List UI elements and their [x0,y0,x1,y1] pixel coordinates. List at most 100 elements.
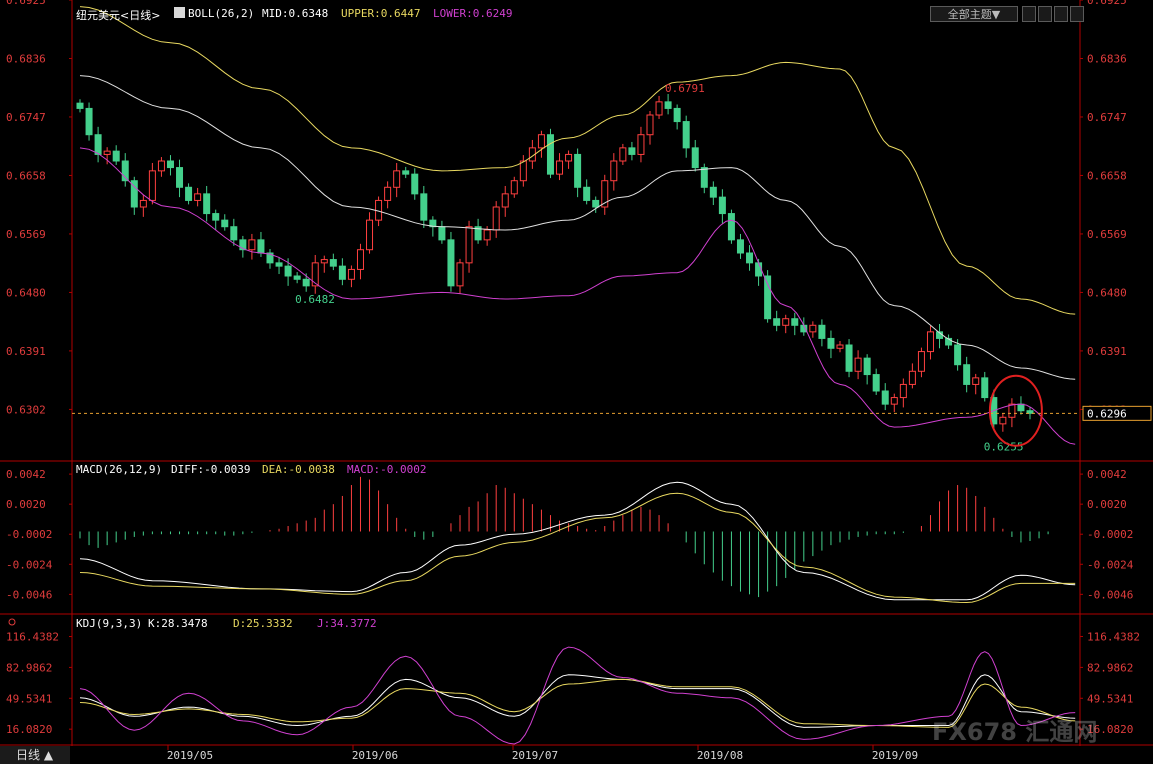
candle-body [592,199,600,208]
candle-body [85,107,93,136]
candle-body [809,324,817,333]
candle-body [746,252,754,264]
candle-body [420,193,428,221]
candle-body [320,259,328,264]
y-tick-left: 0.6391 [6,345,46,358]
y-tick-left: 0.6302 [6,403,46,416]
candle-body [1017,403,1025,412]
candle-body [999,416,1007,425]
x-tick-label: 2019/09 [872,749,918,762]
macd-value: MACD:-0.0002 [347,463,427,476]
candle-body [203,193,211,215]
candle-body [818,324,826,339]
candle-body [483,229,491,241]
candle-body [917,351,925,372]
candle-body [664,101,672,109]
candle-body [447,239,455,287]
theme-select-button[interactable]: 全部主题▼ [930,6,1018,22]
symbol-label: 纽元美元<日线> [76,9,161,22]
indicator-icon[interactable] [174,7,185,18]
candle-body [546,134,554,175]
boll-mid: MID:0.6348 [262,7,329,20]
candle-body [646,114,654,136]
candle-body [963,364,971,385]
candle-body [583,186,591,201]
high-annotation: 0.6791 [665,82,705,95]
candle-body [827,337,835,349]
candle-body [890,397,898,405]
candle-body [736,239,744,254]
candle-body [655,101,663,116]
candle-body [628,147,636,155]
background [0,0,1153,764]
candle-body [402,170,410,175]
layout-a-button[interactable] [1022,6,1036,22]
candle-body [791,318,799,326]
candle-body [329,259,337,267]
kdj-d: D:25.3332 [233,617,293,630]
y-tick-left: 0.6480 [6,286,46,299]
boll-upper: UPPER:0.6447 [341,7,421,20]
candle-body [755,262,763,277]
y-tick-left: 0.6569 [6,228,46,241]
candle-body [691,147,699,169]
y-tick-left: 0.6836 [6,52,46,65]
y-tick-left: 0.6658 [6,169,46,182]
watermark-logo: FX678 汇通网 [932,718,1098,746]
y-tick-right: 0.0020 [1087,498,1127,511]
candle-body [926,331,934,353]
candle-body [456,262,464,287]
candle-body [510,180,518,195]
candle-body [284,265,292,277]
candle-body [773,318,781,326]
candle-body [519,160,527,182]
candle-body [257,239,265,254]
boll-lower: LOWER:0.6249 [433,7,513,20]
period-selector[interactable]: 日线 ▲ [0,746,70,764]
candle-body [537,134,545,149]
kdj-label: KDJ(9,3,3) [76,617,143,630]
candle-body [166,160,174,169]
candle-body [366,219,374,251]
kdj-k: K:28.3478 [148,617,208,630]
y-tick-left: -0.0046 [6,588,52,601]
candle-body [673,107,681,123]
y-tick-right: 0.6747 [1087,111,1127,124]
candle-body [718,196,726,215]
y-tick-right: 0.6480 [1087,286,1127,299]
candle-body [212,213,220,221]
candle-body [845,344,853,372]
candle-body [139,199,147,208]
y-tick-left: 49.5341 [6,692,52,705]
x-tick-label: 2019/07 [512,749,558,762]
candle-body [356,249,364,270]
last-price-tag: 0.6296 [1087,407,1127,420]
candle-body [981,377,989,399]
candle-body [492,206,500,231]
candle-body [293,275,301,280]
candle-body [872,374,880,392]
layout-b-button[interactable] [1038,6,1052,22]
chart-canvas: 0.6925 0.6925 0.6836 0.6836 0.6747 0.6747 0.66… [0,0,1153,764]
layout-c-button[interactable] [1054,6,1068,22]
candle-body [103,150,111,155]
candle-body [94,134,102,155]
macd-diff: DIFF:-0.0039 [171,463,251,476]
boll-label: BOLL(26,2) [188,7,255,20]
candle-body [700,167,708,188]
candle-body [881,390,889,405]
y-tick-right: 0.6925 [1087,0,1127,7]
low-annotation-left: 0.6482 [295,293,335,306]
candle-body [157,160,165,172]
y-tick-right: -0.0024 [1087,558,1134,571]
candle-body [863,357,871,376]
y-tick-right: -0.0046 [1087,588,1133,601]
y-tick-right: 49.5341 [1087,692,1133,705]
y-tick-right: 0.6569 [1087,228,1127,241]
close-button[interactable] [1070,6,1084,22]
x-tick-label: 2019/05 [167,749,213,762]
candle-body [411,173,419,195]
x-tick-label: 2019/08 [697,749,743,762]
candle-body [221,219,229,228]
macd-dea: DEA:-0.0038 [262,463,335,476]
